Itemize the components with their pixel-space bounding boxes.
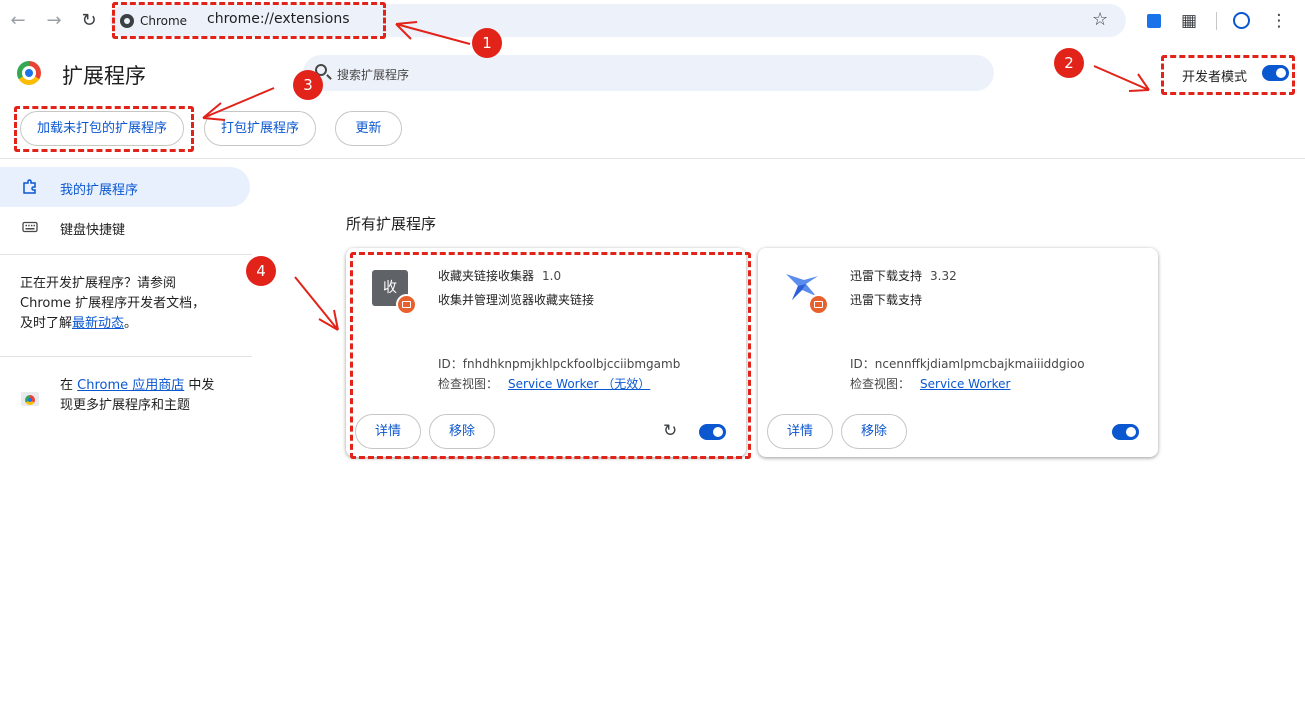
annotation-badge-2: 2 [1054, 48, 1084, 78]
annotation-arrows [202, 21, 1150, 331]
annotation-badge-3: 3 [293, 70, 323, 100]
annotation-badge-1: 1 [472, 28, 502, 58]
annotation-badge-4: 4 [246, 256, 276, 286]
